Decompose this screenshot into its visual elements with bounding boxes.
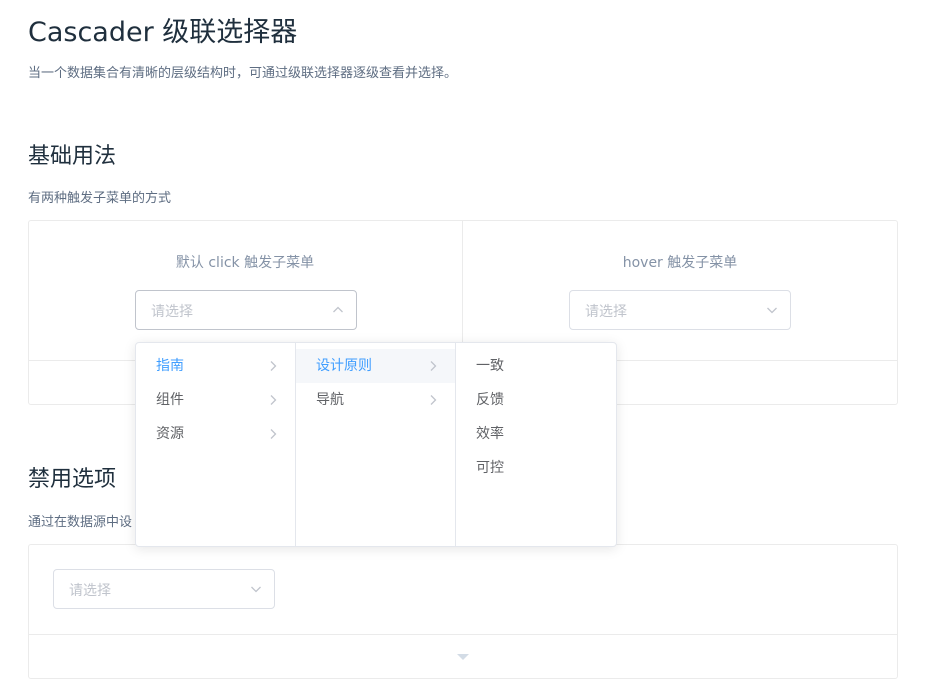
chevron-right-icon <box>270 395 277 405</box>
menu-item-label: 导航 <box>316 392 344 408</box>
cascader-menu-level-2: 设计原则 导航 <box>296 343 456 546</box>
menu-item-label: 组件 <box>156 392 184 408</box>
select-placeholder: 请选择 <box>69 583 111 599</box>
select-placeholder: 请选择 <box>151 304 193 320</box>
demo-column-divider <box>462 221 463 360</box>
caret-down-icon[interactable] <box>457 654 469 660</box>
menu-item-controllability[interactable]: 可控 <box>456 451 616 485</box>
chevron-down-icon <box>767 307 777 314</box>
chevron-up-icon <box>333 306 343 313</box>
section-title-basic: 基础用法 <box>28 144 117 169</box>
cascader-menu-level-3: 一致 反馈 效率 可控 <box>456 343 616 546</box>
hover-trigger-label: hover 触发子菜单 <box>622 255 738 271</box>
demo-footer-divider <box>29 634 897 635</box>
chevron-right-icon <box>430 361 437 371</box>
click-cascader-select[interactable]: 请选择 <box>135 290 357 330</box>
menu-item-consistency[interactable]: 一致 <box>456 349 616 383</box>
menu-item-label: 指南 <box>156 358 184 374</box>
menu-item-efficiency[interactable]: 效率 <box>456 417 616 451</box>
menu-item-label: 可控 <box>476 460 504 476</box>
section-desc-disabled: 通过在数据源中设 <box>28 515 133 530</box>
menu-item-design-principles[interactable]: 设计原则 <box>296 349 455 383</box>
menu-item-label: 一致 <box>476 358 504 374</box>
menu-item-label: 设计原则 <box>316 358 372 374</box>
menu-item-label: 效率 <box>476 426 504 442</box>
menu-item-component[interactable]: 组件 <box>136 383 295 417</box>
chevron-right-icon <box>270 429 277 439</box>
cascader-dropdown: 指南 组件 资源 设计原则 导航 一致 反馈 效率 可控 <box>135 342 617 547</box>
menu-item-guide[interactable]: 指南 <box>136 349 295 383</box>
hover-cascader-select[interactable]: 请选择 <box>569 290 791 330</box>
chevron-down-icon <box>251 586 261 593</box>
menu-item-resource[interactable]: 资源 <box>136 417 295 451</box>
menu-item-label: 反馈 <box>476 392 504 408</box>
section-title-disabled: 禁用选项 <box>28 467 117 492</box>
click-trigger-label: 默认 click 触发子菜单 <box>175 255 315 271</box>
chevron-right-icon <box>430 395 437 405</box>
section-desc-basic: 有两种触发子菜单的方式 <box>28 191 172 206</box>
disabled-cascader-select[interactable]: 请选择 <box>53 569 275 609</box>
page-title: Cascader 级联选择器 <box>28 17 298 48</box>
chevron-right-icon <box>270 361 277 371</box>
menu-item-label: 资源 <box>156 426 184 442</box>
cascader-menu-level-1: 指南 组件 资源 <box>136 343 296 546</box>
menu-item-feedback[interactable]: 反馈 <box>456 383 616 417</box>
page-description: 当一个数据集合有清晰的层级结构时，可通过级联选择器逐级查看并选择。 <box>28 66 458 81</box>
select-placeholder: 请选择 <box>585 304 627 320</box>
menu-item-navigation[interactable]: 导航 <box>296 383 455 417</box>
